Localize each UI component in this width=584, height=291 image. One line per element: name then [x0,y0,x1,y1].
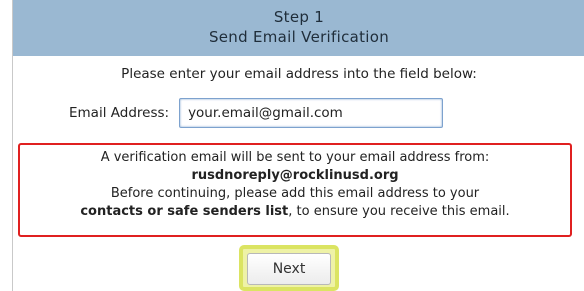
next-button-highlight: Next [239,245,339,291]
next-button[interactable]: Next [247,253,331,285]
verification-panel: Step 1 Send Email Verification Please en… [12,0,584,291]
notice-line-4: contacts or safe senders list, to ensure… [20,203,570,221]
step-number: Step 1 [273,8,325,26]
email-input[interactable] [179,98,444,128]
email-row: Email Address: [69,97,444,129]
step-header: Step 1 Send Email Verification [13,0,584,56]
sender-address: rusdnoreply@rocklinusd.org [191,168,399,183]
verification-notice: A verification email will be sent to you… [18,143,572,237]
instruction-text: Please enter your email address into the… [121,66,477,82]
notice-line-1: A verification email will be sent to you… [100,150,490,165]
notice-line-3: Before continuing, please add this email… [110,186,480,201]
notice-line-4-rest: , to ensure you receive this email. [288,204,510,219]
email-label: Email Address: [69,105,170,121]
step-title: Send Email Verification [208,28,390,46]
safe-senders-emphasis: contacts or safe senders list [80,204,289,219]
